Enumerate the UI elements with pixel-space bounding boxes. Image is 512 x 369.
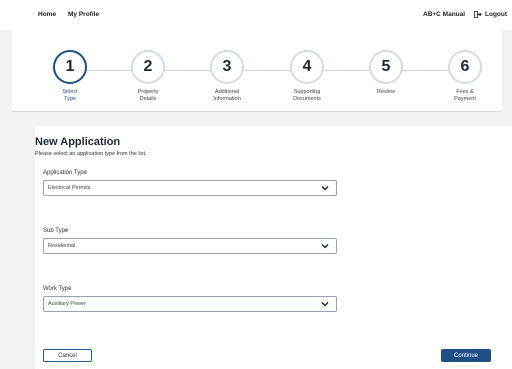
application-type-label: Application Type [43, 170, 87, 176]
step-label-line1: Review [376, 89, 396, 95]
chevron-down-icon [321, 301, 329, 307]
step-label: Additional Information [192, 89, 262, 103]
step-label-line1: Property [137, 89, 159, 95]
nav-home-link[interactable]: Home [38, 11, 56, 18]
step-label: Select Type [35, 89, 105, 103]
form-subtitle: Please select an application type from t… [35, 151, 147, 157]
new-application-form: New Application Please select an applica… [35, 126, 512, 369]
step-label-line2: Information [213, 96, 241, 102]
step-6: 6 Fees & Payment [430, 50, 500, 103]
step-label-line2: Type [64, 96, 76, 102]
sub-type-value: Residential [48, 243, 76, 249]
step-label-line2: Payment [454, 96, 476, 102]
logout-label: Logout [485, 11, 508, 18]
step-label-line2: Details [139, 96, 157, 102]
step-label: Property Details [113, 89, 183, 103]
step-5: 5 Review [351, 50, 421, 96]
work-type-value: Auxiliary Power [48, 301, 86, 307]
form-title: New Application [35, 136, 121, 148]
step-4: 4 Supporting Documents [272, 50, 342, 103]
step-number-circle: 2 [131, 50, 165, 84]
nav-manual-link[interactable]: AB+C Manual [423, 11, 465, 18]
step-label-line2: Documents [293, 96, 321, 102]
chevron-down-icon [321, 243, 329, 249]
application-type-value: Electrical Permits [48, 185, 91, 191]
step-number-circle: 1 [53, 50, 87, 84]
step-label-line1: Fees & [456, 89, 474, 95]
top-nav-bar: Home My Profile AB+C Manual Logout [0, 0, 512, 30]
sub-type-label: Sub Type [43, 228, 69, 234]
stepper-divider [12, 111, 502, 112]
cancel-button[interactable]: Cancel [43, 349, 92, 362]
step-label-line1: Additional [214, 89, 240, 95]
step-label-line1: Supporting [293, 89, 321, 95]
chevron-down-icon [321, 185, 329, 191]
step-3: 3 Additional Information [192, 50, 262, 103]
application-type-select[interactable]: Electrical Permits [43, 180, 337, 196]
nav-my-profile-link[interactable]: My Profile [68, 11, 99, 18]
step-number-circle: 5 [369, 50, 403, 84]
logout-icon [474, 11, 482, 18]
step-number-circle: 6 [448, 50, 482, 84]
step-label: Supporting Documents [272, 89, 342, 103]
step-label: Fees & Payment [430, 89, 500, 103]
step-number-circle: 4 [290, 50, 324, 84]
step-2: 2 Property Details [113, 50, 183, 103]
step-label: Review [351, 89, 421, 96]
sub-type-select[interactable]: Residential [43, 238, 337, 254]
step-1: 1 Select Type [35, 50, 105, 103]
work-type-label: Work Type [43, 286, 72, 292]
nav-logout-link[interactable]: Logout [474, 11, 507, 18]
work-type-select[interactable]: Auxiliary Power [43, 296, 337, 312]
step-label-line1: Select [62, 89, 78, 95]
progress-stepper: 1 Select Type 2 Property Details 3 Addit… [12, 30, 502, 112]
step-number-circle: 3 [210, 50, 244, 84]
continue-button[interactable]: Continue [441, 349, 491, 362]
